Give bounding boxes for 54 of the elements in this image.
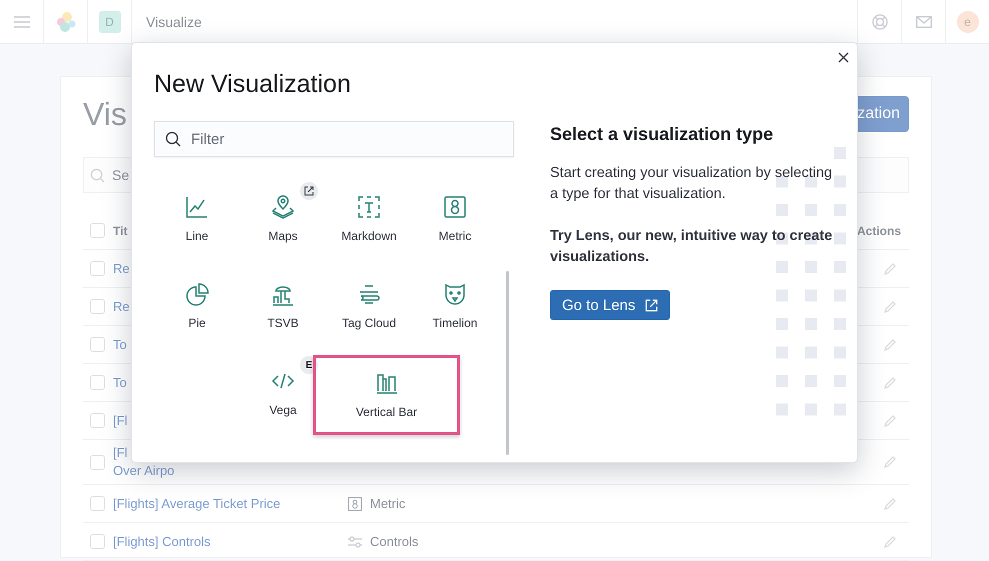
edit-icon[interactable] [883, 534, 897, 548]
maps-chart-icon [271, 194, 295, 218]
external-link-icon [645, 298, 658, 312]
edit-icon[interactable] [883, 300, 897, 314]
checkbox[interactable] [90, 223, 105, 238]
info-title: Select a visualization type [550, 123, 774, 145]
external-link-badge [300, 182, 318, 200]
close-icon[interactable] [838, 52, 849, 63]
visualization-type-tile[interactable]: Timelion [412, 262, 498, 349]
visualization-type-tile[interactable]: Tag Cloud [326, 262, 412, 349]
lens-text: Try Lens, our new, intuitive way to create visualizations. [550, 227, 834, 267]
visualization-type-tile[interactable]: Vertical Bar [313, 355, 460, 435]
checkbox[interactable] [90, 496, 105, 511]
info-text: Start creating your visualization by selecting a type for that visualization. [550, 164, 834, 204]
checkbox[interactable] [90, 413, 105, 428]
mail-icon[interactable] [916, 16, 932, 28]
markdown-chart-icon [357, 194, 381, 218]
edit-icon[interactable] [883, 262, 897, 276]
visualization-type-tile[interactable]: TSVB [240, 262, 326, 349]
sliders-icon [348, 536, 362, 548]
help-icon[interactable] [872, 14, 888, 30]
type-label: Controls [370, 534, 418, 549]
filter-field[interactable]: Filter [154, 121, 514, 157]
visualization-type-tile[interactable]: Pie [154, 262, 240, 349]
dialog-title: New Visualization [154, 69, 352, 99]
visualization-type-tile[interactable]: Line [154, 175, 240, 262]
column-header: Actions [856, 224, 901, 238]
line-chart-icon [185, 194, 209, 218]
edit-icon[interactable] [883, 414, 897, 428]
edit-icon[interactable] [883, 455, 897, 469]
scrollbar[interactable] [506, 271, 509, 455]
visualization-type-tile[interactable]: Metric [412, 175, 498, 262]
metric-chart-icon [443, 194, 467, 218]
search-icon [90, 168, 105, 182]
pie-chart-icon [185, 282, 209, 306]
checkbox[interactable] [90, 534, 105, 549]
type-label: Metric [370, 496, 406, 511]
checkbox[interactable] [90, 337, 105, 352]
menu-icon[interactable] [14, 16, 30, 28]
checkbox[interactable] [90, 454, 105, 470]
logo-icon[interactable] [54, 10, 76, 32]
checkbox[interactable] [90, 261, 105, 276]
edit-icon[interactable] [883, 376, 897, 390]
go-to-lens-button[interactable]: Go to Lens [550, 290, 670, 320]
checkbox[interactable] [90, 299, 105, 314]
visualization-type-tile[interactable]: Markdown [326, 175, 412, 262]
edit-icon[interactable] [883, 338, 897, 352]
timelion-chart-icon [443, 282, 467, 306]
metric-icon [348, 496, 362, 510]
page-title: Vis [83, 96, 127, 132]
edit-icon[interactable] [883, 496, 897, 510]
checkbox[interactable] [90, 375, 105, 390]
search-placeholder: Se [112, 167, 130, 183]
visualization-type-tile[interactable]: Maps [240, 175, 326, 262]
